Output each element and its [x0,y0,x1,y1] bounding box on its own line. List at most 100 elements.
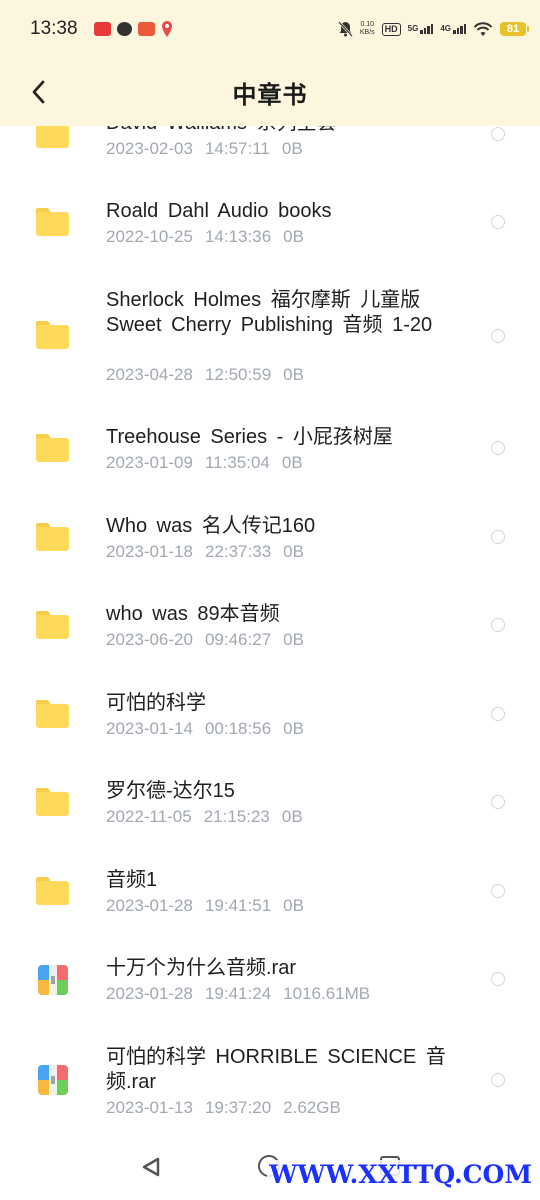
file-time: 21:15:23 [203,807,270,826]
folder-icon [36,788,70,816]
file-name: 音频1 [106,869,158,891]
list-item[interactable]: 可怕的科学 HORRIBLE SCIENCE 音频.rar 2023-01-13… [0,1020,540,1128]
network-speed: 0.10 KB/s [360,21,375,37]
file-name: Roald Dahl Audio books [106,200,332,222]
folder-icon [36,611,70,639]
file-size: 0B [281,139,303,158]
select-radio[interactable] [491,884,505,898]
file-date: 2022-10-25 [106,227,193,246]
list-item[interactable]: Who was 名人传记160 2023-01-18 22:37:33 0B [0,489,540,577]
file-meta: 2022-11-05 21:15:23 0B [106,807,315,827]
system-nav-bar: WWW.XXTTQ.COM [0,1138,540,1200]
file-date: 2023-01-14 [106,719,193,738]
file-size: 0B [281,453,303,472]
network-speed-unit: KB/s [359,29,375,36]
signal-4g-label: 4G [440,24,451,33]
list-item[interactable]: 十万个为什么音频.rar 2023-01-28 19:41:24 1016.61MB [0,931,540,1020]
file-time: 14:57:11 [204,139,270,158]
app-notification-icon [137,22,155,36]
list-item[interactable]: 音频1 2023-01-28 19:41:51 0B [0,843,540,931]
select-radio[interactable] [491,707,505,721]
signal-5g-icon: 5G [408,24,434,34]
file-size: 2.62GB [283,1098,341,1117]
app-notification-icon [93,22,111,36]
watermark: WWW.XXTTQ.COM [267,1160,534,1189]
back-button[interactable] [22,75,54,109]
select-radio[interactable] [491,127,505,141]
app-header: 中章书 [0,58,540,126]
file-name: 十万个为什么音频.rar [106,957,296,979]
file-time: 14:13:36 [204,227,272,246]
file-meta: 2023-01-09 11:35:04 0B [106,453,315,473]
file-date: 2022-11-05 [106,807,192,826]
file-size: 0B [283,227,304,246]
folder-icon [36,434,70,462]
file-meta: 2023-04-28 12:50:59 0B [106,365,316,385]
list-item[interactable]: Roald Dahl Audio books 2022-10-25 14:13:3… [0,174,540,262]
file-size: 0B [283,542,304,561]
file-name: 可怕的科学 HORRIBLE SCIENCE 音频.rar [106,1046,446,1093]
file-size: 0B [281,807,303,826]
file-date: 2023-06-20 [106,630,193,649]
hd-voice-icon: HD [381,22,401,36]
file-name: Sherlock Holmes 福尔摩斯 儿童版 Sweet Cherry Pu… [106,289,433,336]
file-time: 00:18:56 [204,719,272,738]
file-list[interactable]: David Walliams 系列全套 2023-02-0314:57:110B… [0,88,540,1128]
select-radio[interactable] [491,795,505,809]
file-size: 0B [283,630,304,649]
file-time: 09:46:27 [204,630,272,649]
list-item[interactable]: 可怕的科学 2023-01-14 00:18:56 0B [0,666,540,754]
file-meta: 2023-01-28 19:41:51 0B [106,896,316,916]
select-radio[interactable] [491,972,505,986]
list-item[interactable]: who was 89本音频 2023-06-20 09:46:27 0B [0,577,540,666]
archive-icon [38,1065,68,1095]
mute-bell-icon [337,21,353,37]
page-title: 中章书 [232,80,308,109]
file-size: 0B [283,719,304,738]
file-meta: 2023-01-14 00:18:56 0B [106,719,316,739]
select-radio[interactable] [491,215,505,229]
file-name: 可怕的科学 [106,692,206,714]
network-speed-value: 0.10 [360,21,375,28]
status-time: 13:38 [30,18,78,39]
signal-4g-icon: 4G [440,24,466,34]
file-meta: 2023-06-20 09:46:27 0B [106,630,316,650]
file-date: 2023-01-09 [106,453,193,472]
list-item[interactable]: 罗尔德-达尔15 2022-11-05 21:15:23 0B [0,754,540,843]
folder-icon [36,700,70,728]
folder-icon [36,523,70,551]
file-date: 2023-01-13 [106,1098,193,1117]
file-date: 2023-01-28 [106,896,193,915]
list-item[interactable]: Sherlock Holmes 福尔摩斯 儿童版 Sweet Cherry Pu… [0,262,540,400]
file-size: 0B [283,365,304,384]
notification-icons [93,21,173,37]
file-size: 1016.61MB [283,984,371,1003]
file-meta: 2023-01-28 19:41:24 1016.61MB [106,984,382,1004]
file-name: Who was 名人传记160 [106,515,316,537]
status-bar: 13:38 0.10 KB/s HD 5G 4G 81 [0,0,540,58]
select-radio[interactable] [491,618,505,632]
file-time: 22:37:33 [204,542,272,561]
location-icon [161,21,172,37]
file-time: 19:41:24 [204,984,272,1003]
status-right: 0.10 KB/s HD 5G 4G 81 [337,21,529,37]
nav-back-icon[interactable] [140,1156,162,1178]
file-date: 2023-04-28 [106,365,193,384]
file-date: 2023-01-18 [106,542,193,561]
select-radio[interactable] [491,530,505,544]
list-item[interactable]: Treehouse Series - 小屁孩树屋 2023-01-09 11:35… [0,400,540,489]
chevron-left-icon [32,80,45,104]
file-name: Treehouse Series - 小屁孩树屋 [106,426,393,448]
file-meta: 2023-02-03 14:57:11 0B [106,139,315,159]
file-time: 19:41:51 [204,896,272,915]
file-name: 罗尔德-达尔15 [106,780,235,802]
file-name: who was 89本音频 [106,603,280,625]
select-radio[interactable] [491,329,505,343]
wifi-icon [473,21,493,36]
select-radio[interactable] [491,441,505,455]
file-meta: 2023-01-13 19:37:20 2.62GB [106,1098,353,1118]
folder-icon [36,208,70,236]
battery-indicator: 81 [500,22,529,36]
file-date: 2023-02-03 [106,139,193,158]
select-radio[interactable] [491,1073,505,1087]
